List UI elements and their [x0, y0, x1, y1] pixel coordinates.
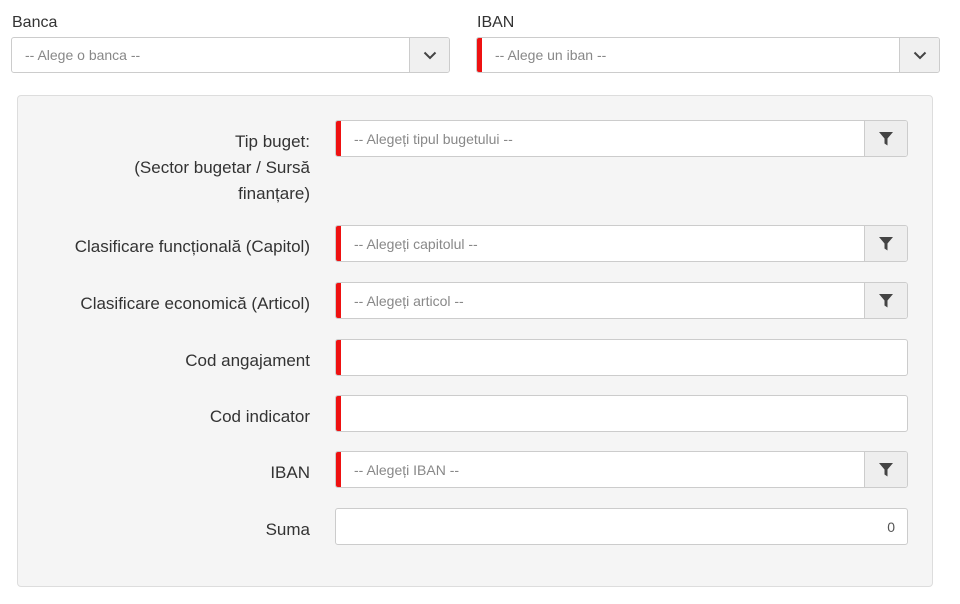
filter-icon [879, 236, 893, 250]
iban-select-text: -- Alegeți IBAN -- [354, 461, 460, 478]
cod-indicator-label: Cod indicator [209, 407, 310, 426]
filter-icon [879, 462, 893, 476]
clasificare-functionala-label: Clasificare funcțională (Capitol) [74, 237, 310, 256]
suma-input[interactable]: 0 [335, 508, 908, 545]
iban-top-select-text: -- Alege un iban -- [495, 47, 607, 63]
clasificare-economica-label: Clasificare economică (Articol) [80, 294, 310, 313]
required-marker [336, 226, 341, 261]
cod-indicator-input[interactable] [335, 395, 908, 432]
iban-filter-button[interactable] [864, 452, 907, 487]
banca-label: Banca [12, 14, 58, 31]
tip-buget-label-line2: (Sector bugetar / Sursă [134, 158, 310, 177]
iban-top-label: IBAN [477, 14, 515, 31]
clasificare-functionala-filter-button[interactable] [864, 226, 907, 261]
banca-select[interactable]: -- Alege o banca -- [11, 37, 450, 73]
filter-icon [879, 293, 893, 307]
iban-top-select[interactable]: -- Alege un iban -- [476, 37, 940, 73]
required-marker [336, 396, 341, 431]
clasificare-economica-select-text: -- Alegeți articol -- [354, 292, 464, 309]
chevron-down-icon [913, 51, 926, 59]
required-marker [336, 283, 341, 318]
iban-label: IBAN [270, 463, 310, 482]
cod-angajament-label: Cod angajament [185, 351, 310, 370]
cod-angajament-input[interactable] [335, 339, 908, 376]
filter-icon [879, 131, 893, 145]
tip-buget-label: Tip buget: (Sector bugetar / Sursă finan… [134, 129, 310, 207]
required-marker [336, 452, 341, 487]
chevron-down-icon [423, 51, 436, 59]
tip-buget-filter-button[interactable] [864, 121, 907, 156]
suma-label: Suma [265, 520, 310, 539]
required-marker [336, 121, 341, 156]
tip-buget-select-text: -- Alegeți tipul bugetului -- [354, 130, 513, 147]
required-marker [477, 38, 482, 72]
suma-value: 0 [887, 518, 895, 535]
clasificare-economica-filter-button[interactable] [864, 283, 907, 318]
clasificare-functionala-select[interactable]: -- Alegeți capitolul -- [335, 225, 908, 262]
clasificare-functionala-select-text: -- Alegeți capitolul -- [354, 235, 478, 252]
tip-buget-select[interactable]: -- Alegeți tipul bugetului -- [335, 120, 908, 157]
tip-buget-label-line1: Tip buget: [235, 132, 310, 151]
iban-top-dropdown-button[interactable] [899, 38, 939, 72]
tip-buget-label-line3: finanțare) [238, 184, 310, 203]
iban-select[interactable]: -- Alegeți IBAN -- [335, 451, 908, 488]
clasificare-economica-select[interactable]: -- Alegeți articol -- [335, 282, 908, 319]
banca-select-text: -- Alege o banca -- [25, 47, 141, 63]
required-marker [336, 340, 341, 375]
banca-dropdown-button[interactable] [409, 38, 449, 72]
